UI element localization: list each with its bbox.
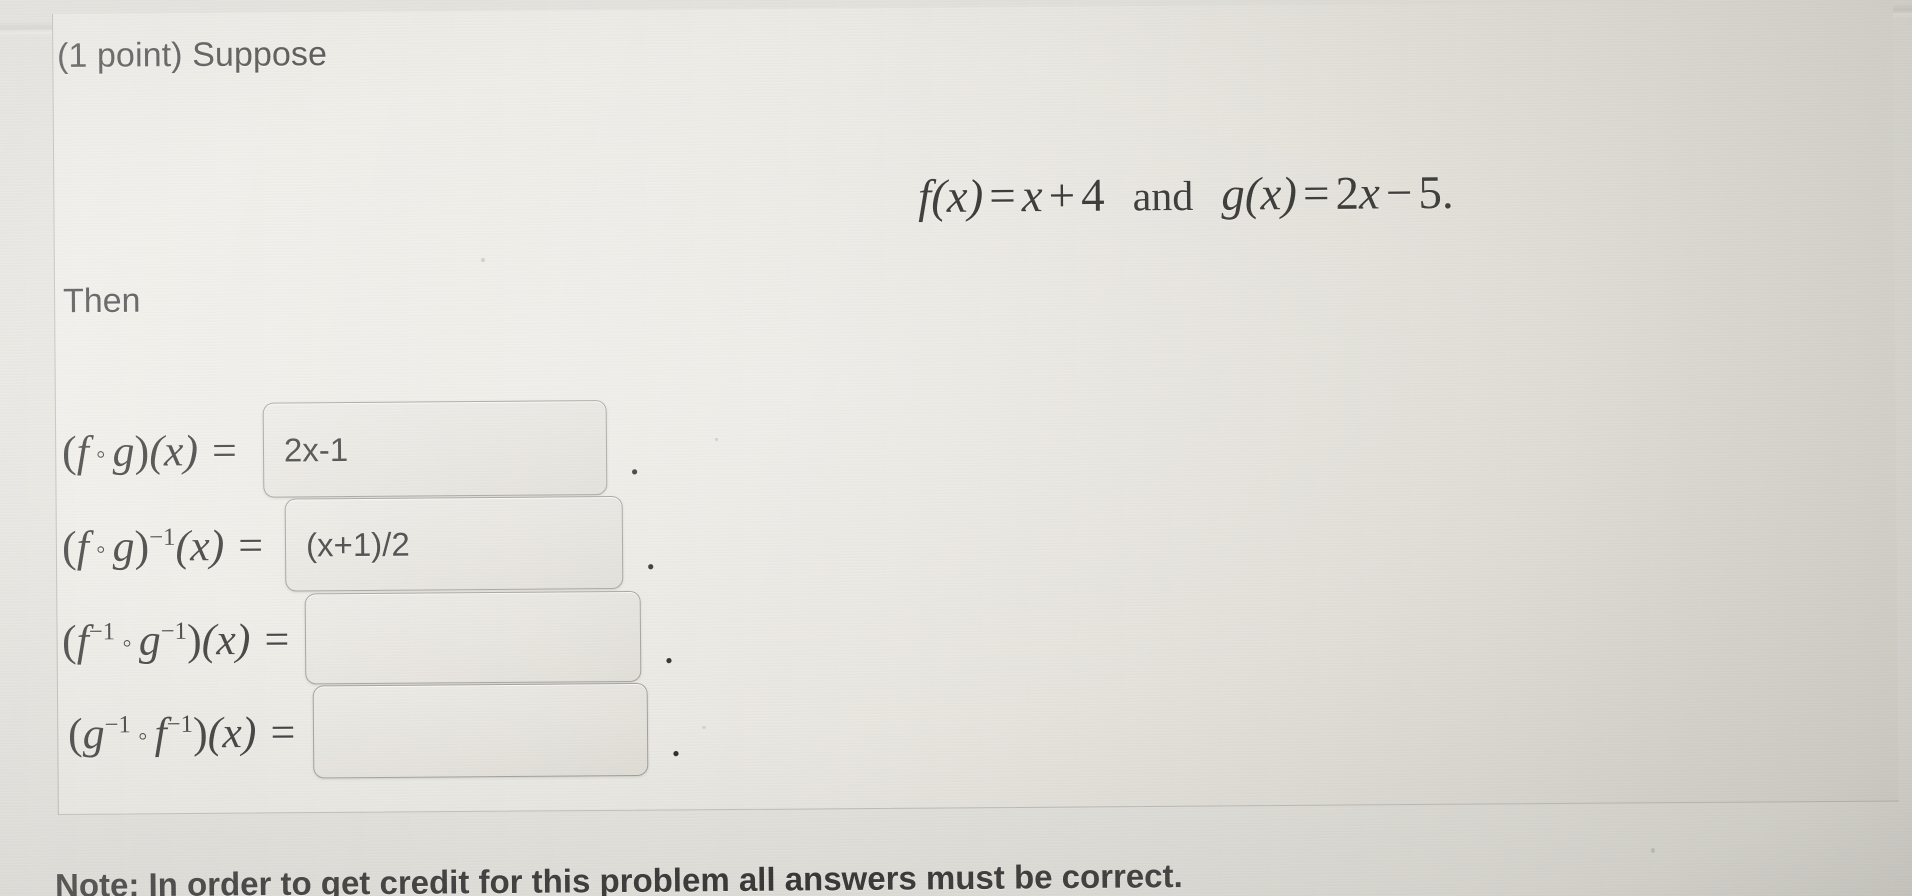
- credit-note: Note: In order to get credit for this pr…: [54, 857, 1183, 896]
- answer-row-finv-ginv: (f−1 ◦ g−1)(x) = .: [62, 590, 675, 687]
- screenshot-root: (1 point) Suppose f(x) = x +4 and g(x) = 2x −5. …: [0, 0, 1912, 896]
- dust-speck: [1651, 848, 1655, 853]
- f-body-operator: +: [1048, 169, 1076, 223]
- answer-row-fog: (f ◦ g)(x) = 2x-1 .: [62, 399, 641, 500]
- label-function-g: g: [112, 521, 135, 571]
- composition-ring-icon: ◦: [95, 533, 106, 565]
- inverse-exponent-left: −1: [88, 618, 116, 646]
- label-argument: (x): [207, 707, 257, 758]
- answer-row-ginv-finv: (g−1 ◦ f−1)(x) = .: [68, 682, 682, 781]
- label-function-g: g: [138, 615, 161, 665]
- g-argument: (x): [1244, 168, 1298, 221]
- answer-row-fog-inverse: (f ◦ g)−1(x) = (x+1)/2 .: [62, 495, 657, 594]
- g-equals: =: [1302, 167, 1330, 221]
- answer-label-finv-ginv: (f−1 ◦ g−1)(x) =: [62, 614, 290, 667]
- f-equals: =: [989, 170, 1016, 223]
- answer-input-ginv-finv[interactable]: [312, 682, 649, 779]
- answer-input-fog[interactable]: 2x-1: [262, 399, 608, 498]
- row-period: .: [628, 434, 641, 484]
- label-argument: (x): [201, 614, 251, 665]
- g-body-variable: x: [1358, 167, 1381, 220]
- f-body-variable: x: [1021, 170, 1043, 223]
- label-function-g: g: [112, 426, 135, 476]
- dust-speck: [715, 438, 718, 441]
- label-equals: =: [270, 707, 296, 757]
- paren-open: (: [61, 522, 77, 572]
- conjunction-and: and: [1132, 173, 1194, 221]
- answer-label-fog-inverse: (f ◦ g)−1(x) =: [62, 520, 263, 573]
- composition-ring-icon: ◦: [122, 627, 132, 658]
- points-label: (1 point) Suppose: [56, 35, 328, 75]
- answer-label-ginv-finv: (g−1 ◦ f−1)(x) =: [68, 707, 296, 760]
- f-name: f: [917, 171, 932, 224]
- composition-ring-icon: ◦: [137, 720, 148, 751]
- paren-close: ): [134, 521, 150, 571]
- answer-input-fog-inverse[interactable]: (x+1)/2: [284, 495, 624, 592]
- dust-speck: [702, 726, 706, 729]
- g-body-constant: 5: [1418, 166, 1443, 220]
- inverse-exponent-right: −1: [160, 617, 188, 645]
- paren-open: (: [67, 709, 83, 759]
- then-label: Then: [62, 281, 141, 321]
- inverse-exponent: −1: [149, 523, 176, 551]
- label-equals: =: [211, 425, 238, 476]
- paren-open: (: [61, 616, 77, 666]
- row-period: .: [644, 529, 657, 579]
- inverse-exponent-left: −1: [104, 711, 131, 739]
- row-period: .: [663, 623, 675, 673]
- inverse-exponent-right: −1: [166, 710, 194, 738]
- problem-content: (1 point) Suppose f(x) = x +4 and g(x) = 2x −5. …: [0, 0, 1912, 896]
- label-function-g: g: [82, 709, 105, 759]
- row-period: .: [670, 716, 682, 766]
- label-function-f: f: [76, 616, 90, 666]
- f-body-constant: 4: [1080, 169, 1105, 222]
- paren-close: ): [192, 708, 208, 758]
- label-equals: =: [264, 614, 290, 664]
- label-function-f: f: [154, 708, 167, 758]
- label-argument: (x): [149, 426, 199, 476]
- g-name: g: [1221, 168, 1245, 221]
- composition-ring-icon: ◦: [95, 438, 106, 470]
- f-argument: (x): [930, 170, 984, 223]
- answer-input-finv-ginv[interactable]: [304, 590, 642, 685]
- label-equals: =: [238, 520, 264, 570]
- paren-open: (: [61, 427, 77, 477]
- equation-terminator: .: [1441, 166, 1454, 219]
- label-function-f: f: [76, 427, 90, 477]
- answer-label-fog: (f ◦ g)(x) =: [62, 425, 237, 477]
- dust-speck: [481, 258, 485, 262]
- paren-close: ): [186, 615, 202, 665]
- label-function-f: f: [76, 522, 90, 572]
- g-body-coefficient: 2: [1335, 167, 1360, 220]
- label-argument: (x): [175, 521, 225, 571]
- function-definitions: f(x) = x +4 and g(x) = 2x −5.: [918, 166, 1454, 224]
- g-body-operator: −: [1385, 167, 1413, 220]
- paren-close: ): [134, 426, 150, 476]
